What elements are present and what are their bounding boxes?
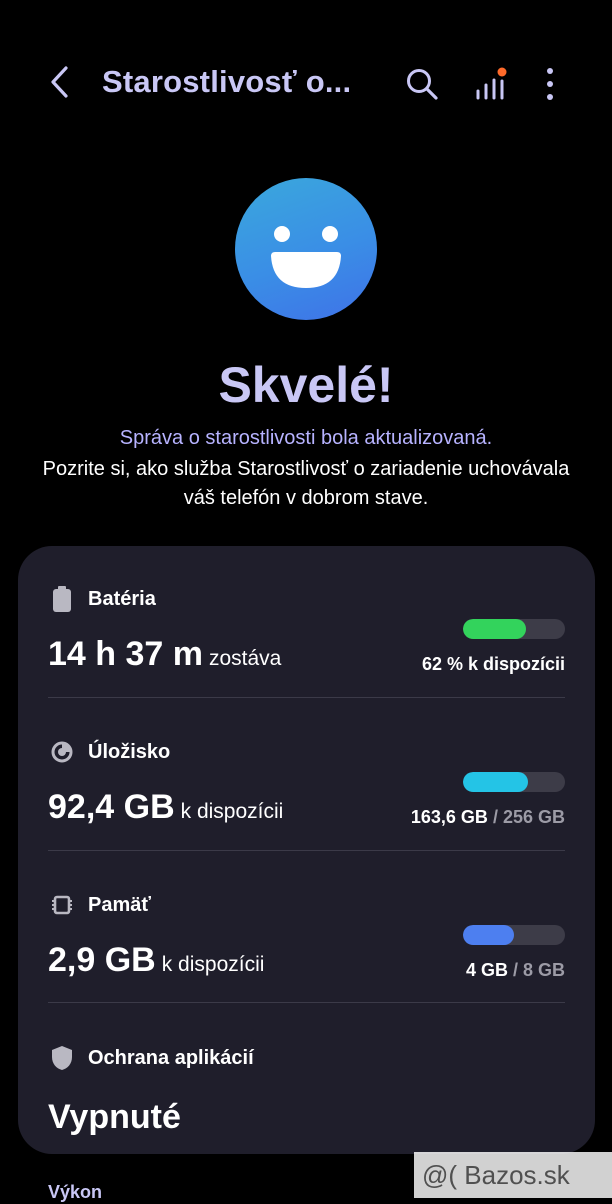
storage-section[interactable]: Úložisko 92,4 GB k dispozícii 163,6 GB / …	[48, 709, 565, 861]
storage-available-amount: 92,4 GB	[48, 788, 175, 826]
memory-chip-icon	[50, 892, 74, 918]
battery-value: 14 h 37 m zostáva	[48, 632, 281, 683]
search-icon	[407, 69, 438, 100]
battery-progress-fill	[463, 619, 527, 639]
storage-label: Úložisko	[88, 741, 171, 763]
back-button[interactable]	[40, 62, 80, 102]
memory-usage: 4 GB / 8 GB	[466, 958, 565, 982]
battery-icon	[50, 586, 74, 612]
storage-total: / 256 GB	[492, 807, 565, 827]
battery-label: Batéria	[88, 588, 156, 610]
memory-total: / 8 GB	[512, 960, 565, 980]
pie-chart-icon	[50, 739, 74, 765]
app-protection-label: Ochrana aplikácií	[88, 1047, 254, 1069]
memory-section[interactable]: Pamäť 2,9 GB k dispozícii 4 GB / 8 GB	[48, 862, 565, 1014]
battery-unit: zostáva	[208, 647, 282, 670]
status-subtitle: Správa o starostlivosti bola aktualizova…	[119, 427, 493, 449]
more-options-button[interactable]	[530, 62, 570, 106]
watermark: @( Bazos.sk	[414, 1152, 612, 1198]
status-description: Pozrite si, ako služba Starostlivosť o z…	[42, 458, 570, 509]
app-protection-status: Vypnuté	[48, 1098, 181, 1136]
storage-used: 163,6 GB	[410, 807, 488, 827]
top-app-bar: Starostlivosť o...	[0, 0, 612, 164]
notification-dot	[497, 67, 507, 77]
app-protection-section[interactable]: Ochrana aplikácií Vypnuté	[48, 1015, 565, 1167]
storage-value: 92,4 GB k dispozícii	[48, 785, 283, 836]
status-headline: Skvelé!	[218, 357, 394, 413]
performance-section-header: Výkon	[48, 1182, 103, 1202]
storage-unit: k dispozícii	[180, 800, 284, 823]
divider	[48, 850, 565, 851]
memory-label: Pamäť	[88, 894, 151, 916]
device-care-card: Batéria 14 h 37 m zostáva 62 % k dispozíc…	[18, 546, 595, 1154]
battery-available: 62 % k dispozícii	[421, 654, 565, 674]
diagnostics-button[interactable]	[468, 62, 512, 106]
divider	[48, 697, 565, 698]
more-vertical-icon	[547, 68, 553, 100]
app-title: Starostlivosť o...	[102, 64, 352, 99]
memory-progress-bar	[463, 925, 565, 945]
memory-progress-fill	[463, 925, 514, 945]
signal-bars-icon	[476, 67, 507, 100]
storage-usage: 163,6 GB / 256 GB	[411, 805, 565, 829]
memory-value: 2,9 GB k dispozícii	[48, 938, 264, 989]
battery-progress-bar	[463, 619, 565, 639]
smiley-face-icon	[235, 178, 377, 320]
storage-progress-fill	[463, 772, 529, 792]
chevron-left-icon	[51, 66, 68, 98]
memory-used: 4 GB	[465, 960, 508, 980]
memory-unit: k dispozícii	[161, 953, 265, 976]
search-button[interactable]	[400, 62, 444, 106]
battery-section[interactable]: Batéria 14 h 37 m zostáva 62 % k dispozíc…	[48, 556, 565, 708]
divider	[48, 1002, 565, 1003]
memory-available-amount: 2,9 GB	[48, 941, 156, 979]
battery-time-remaining: 14 h 37 m	[48, 635, 203, 673]
shield-icon	[50, 1045, 74, 1071]
storage-progress-bar	[463, 772, 565, 792]
